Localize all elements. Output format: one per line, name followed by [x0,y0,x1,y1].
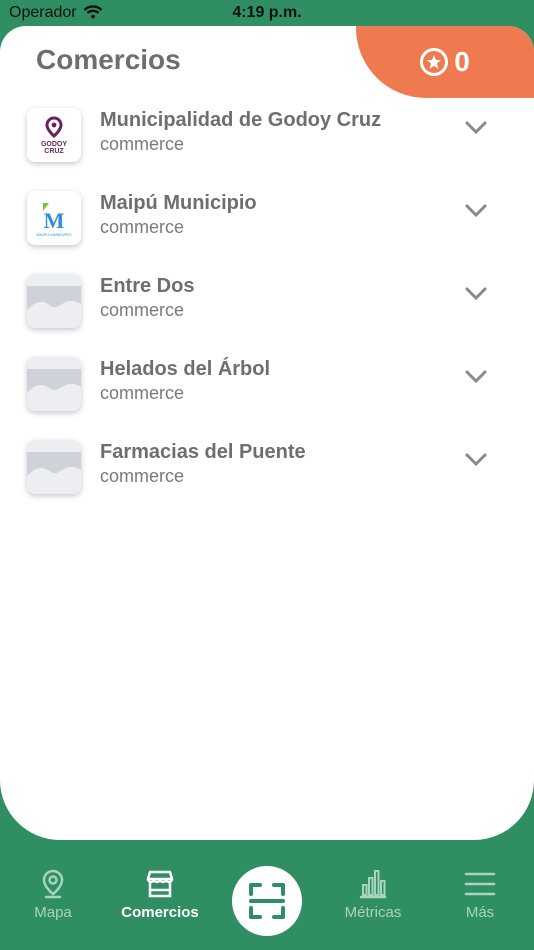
list-item[interactable]: Helados del Árbol commerce [0,357,534,440]
tab-commerces-label: Comercios [121,904,199,921]
svg-text:M: M [44,208,65,233]
tab-metrics-label: Métricas [344,904,402,921]
qr-scan-button[interactable] [232,866,302,936]
commerce-type: commerce [100,300,185,320]
tab-map[interactable]: Mapa [3,868,103,921]
chevron-down-icon[interactable] [464,286,488,302]
menu-icon [464,872,496,896]
star-icon [420,48,449,76]
commerce-name: Helados del Árbol [100,358,271,380]
chevron-down-icon[interactable] [464,369,488,385]
commerce-name: Farmacias del Puente [100,441,306,463]
commerce-name: Maipú Municipio [100,192,257,214]
list-item[interactable]: M MAIPÚ MUNICIPIO Maipú Municipio commer… [0,191,534,274]
chevron-down-icon[interactable] [464,203,488,219]
tab-map-label: Mapa [34,904,72,921]
commerce-name: Entre Dos [100,275,195,297]
scan-icon [249,883,285,919]
placeholder-image-icon [27,440,81,494]
status-bar: Operador 4:19 p.m. [0,0,534,26]
svg-text:MAIPÚ MUNICIPIO: MAIPÚ MUNICIPIO [37,232,72,237]
list-item[interactable]: GODOY CRUZ Municipalidad de Godoy Cruz c… [0,108,534,191]
store-icon [146,870,174,898]
tab-commerces[interactable]: Comercios [110,868,210,921]
commerce-type: commerce [100,217,185,237]
tab-metrics[interactable]: Métricas [323,868,423,921]
chevron-down-icon[interactable] [464,452,488,468]
commerce-list: GODOY CRUZ Municipalidad de Godoy Cruz c… [0,108,534,523]
commerce-name: Municipalidad de Godoy Cruz [100,109,382,131]
clock: 4:19 p.m. [232,4,302,21]
placeholder-image-icon [27,357,81,411]
tab-more[interactable]: Más [430,868,530,921]
godoy-cruz-logo: GODOY CRUZ [27,108,81,162]
commerce-type: commerce [100,134,185,154]
svg-text:CRUZ: CRUZ [44,148,64,155]
maipu-logo: M MAIPÚ MUNICIPIO [27,191,81,245]
commerces-card: Comercios 0 GODOY CRUZ Municipalidad de … [0,26,534,840]
placeholder-image-icon [27,274,81,328]
map-pin-icon [42,869,64,899]
commerce-type: commerce [100,466,185,486]
bottom-tab-bar: Mapa Comercios Métricas Más [0,858,534,950]
list-item[interactable]: Farmacias del Puente commerce [0,440,534,523]
points-count: 0 [454,46,470,77]
points-badge[interactable]: 0 [356,26,534,98]
bar-chart-icon [359,870,387,899]
page-title: Comercios [36,44,181,75]
list-item[interactable]: Entre Dos commerce [0,274,534,357]
commerce-type: commerce [100,383,185,403]
tab-more-label: Más [465,904,495,921]
svg-text:GODOY: GODOY [41,141,67,148]
chevron-down-icon[interactable] [464,120,488,136]
